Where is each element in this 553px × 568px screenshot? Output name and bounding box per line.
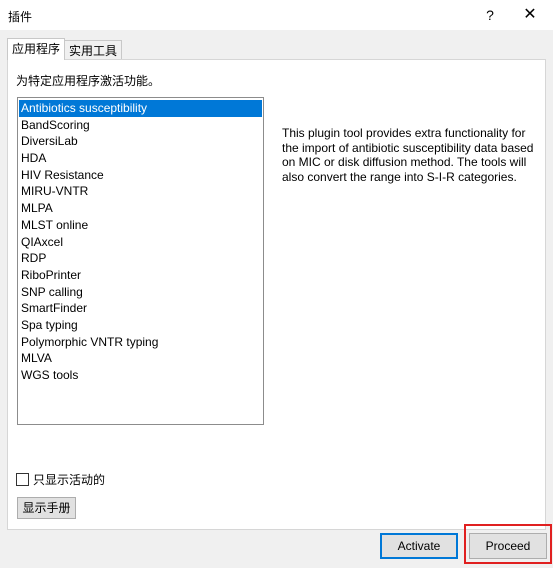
plugin-list-item[interactable]: BandScoring (19, 117, 262, 134)
dialog-body: 应用程序 实用工具 为特定应用程序激活功能。 Antibiotics susce… (0, 30, 553, 568)
plugin-list-item[interactable]: HDA (19, 150, 262, 167)
show-active-only-checkbox[interactable] (16, 472, 29, 486)
plugin-list[interactable]: Antibiotics susceptibility BandScoring Div… (17, 97, 264, 425)
show-active-only-label: 只显示活动的 (33, 472, 106, 487)
plugin-list-item[interactable]: SmartFinder (19, 300, 262, 317)
plugin-list-item[interactable]: Spa typing (19, 317, 262, 334)
plugin-description: This plugin tool provides extra function… (282, 126, 534, 184)
plugin-list-item[interactable]: HIV Resistance (19, 167, 262, 184)
plugin-list-item[interactable]: SNP calling (19, 284, 262, 301)
plugin-list-item[interactable]: MLST online (19, 217, 262, 234)
tab-utilities[interactable]: 实用工具 (64, 40, 123, 60)
plugin-list-item[interactable]: MLVA (19, 350, 262, 367)
plugin-list-item[interactable]: RDP (19, 250, 262, 267)
plugin-list-item[interactable]: MIRU-VNTR (19, 183, 262, 200)
proceed-button[interactable]: Proceed (469, 533, 547, 559)
activate-button[interactable]: Activate (380, 533, 458, 559)
plugin-list-item[interactable]: WGS tools (19, 367, 262, 384)
plugin-list-item[interactable]: DiversiLab (19, 133, 262, 150)
tab-applications[interactable]: 应用程序 (7, 38, 66, 60)
window-title: 插件 (8, 10, 33, 24)
plugin-list-item[interactable]: MLPA (19, 200, 262, 217)
title-bar: 插件 ? ✕ (0, 0, 553, 30)
plugin-list-item[interactable]: Antibiotics susceptibility (19, 100, 262, 117)
close-button[interactable]: ✕ (518, 3, 542, 27)
plugin-list-item[interactable]: Polymorphic VNTR typing (19, 334, 262, 351)
show-active-only-row[interactable]: 只显示活动的 (16, 471, 105, 487)
show-manual-button[interactable]: 显示手册 (17, 497, 76, 519)
panel-description: 为特定应用程序激活功能。 (16, 74, 161, 88)
plugin-list-item[interactable]: QIAxcel (19, 234, 262, 251)
tab-panel: 为特定应用程序激活功能。 Antibiotics susceptibility B… (7, 59, 546, 530)
plugin-list-item[interactable]: RiboPrinter (19, 267, 262, 284)
help-button[interactable]: ? (478, 3, 502, 27)
